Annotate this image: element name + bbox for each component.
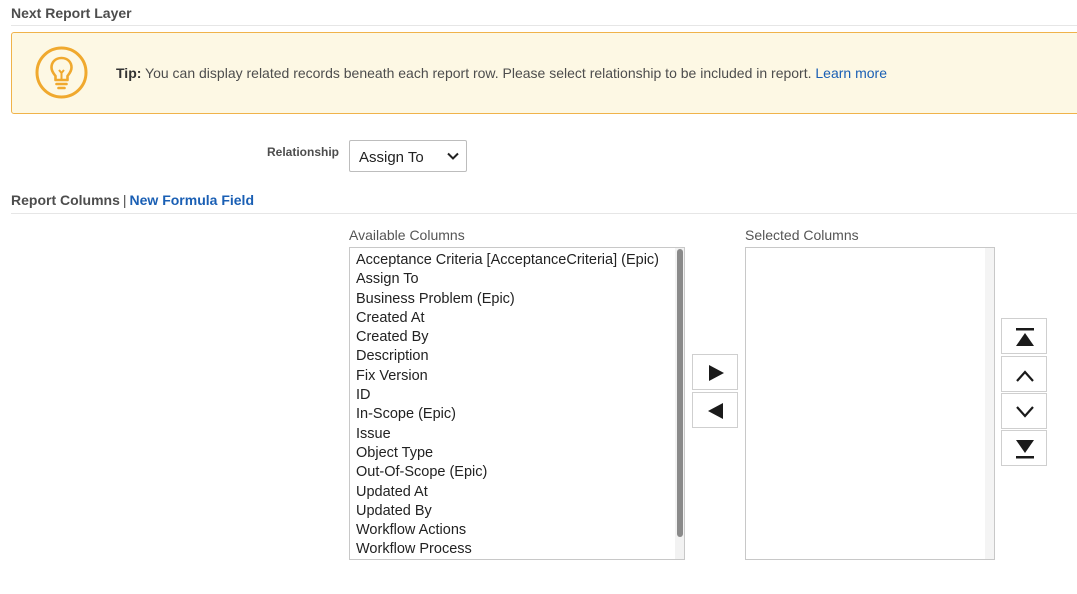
- page-title: Next Report Layer: [11, 5, 132, 21]
- relationship-select[interactable]: Assign To: [349, 140, 467, 172]
- available-scrollbar[interactable]: [675, 248, 684, 559]
- available-items: Acceptance Criteria [AcceptanceCriteria]…: [356, 251, 659, 559]
- title-divider: [11, 25, 1077, 26]
- available-columns-list[interactable]: Acceptance Criteria [AcceptanceCriteria]…: [349, 247, 685, 560]
- move-bottom-button[interactable]: [1001, 430, 1047, 466]
- move-bottom-icon: [1016, 440, 1034, 459]
- move-up-button[interactable]: [1001, 356, 1047, 392]
- available-column-option[interactable]: ID: [356, 386, 659, 405]
- available-column-option[interactable]: Updated By: [356, 502, 659, 521]
- chevron-up-icon: [1016, 370, 1034, 382]
- available-column-option[interactable]: Object Type: [356, 444, 659, 463]
- available-scroll-thumb[interactable]: [677, 249, 683, 537]
- tip-message: You can display related records beneath …: [145, 65, 812, 81]
- new-formula-field-link[interactable]: New Formula Field: [130, 192, 254, 208]
- available-column-option[interactable]: Acceptance Criteria [AcceptanceCriteria]…: [356, 251, 659, 270]
- available-column-option[interactable]: Business Problem (Epic): [356, 290, 659, 309]
- available-column-option[interactable]: Created At: [356, 309, 659, 328]
- tip-text: Tip: You can display related records ben…: [116, 65, 887, 81]
- move-left-button[interactable]: [692, 392, 738, 428]
- play-left-icon: [708, 403, 723, 419]
- columns-divider: [11, 213, 1077, 214]
- available-column-option[interactable]: Assign To: [356, 270, 659, 289]
- selected-columns-list[interactable]: [745, 247, 995, 560]
- tip-prefix: Tip:: [116, 65, 142, 81]
- available-column-option[interactable]: In-Scope (Epic): [356, 405, 659, 424]
- title-separator: |: [122, 192, 127, 208]
- available-column-option[interactable]: Fix Version: [356, 367, 659, 386]
- move-down-button[interactable]: [1001, 393, 1047, 429]
- lightbulb-icon: [35, 46, 88, 99]
- move-top-icon: [1016, 328, 1034, 346]
- move-top-button[interactable]: [1001, 318, 1047, 354]
- tip-banner: Tip: You can display related records ben…: [11, 32, 1077, 114]
- learn-more-link[interactable]: Learn more: [815, 65, 887, 81]
- available-column-option[interactable]: Created By: [356, 328, 659, 347]
- available-column-option[interactable]: Workflow Actions: [356, 521, 659, 540]
- available-column-option[interactable]: Workflow Process: [356, 540, 659, 559]
- available-column-option[interactable]: Issue: [356, 425, 659, 444]
- available-column-option[interactable]: Out-Of-Scope (Epic): [356, 463, 659, 482]
- chevron-down-icon: [447, 152, 459, 160]
- selected-scrollbar[interactable]: [985, 248, 994, 559]
- report-columns-header: Report Columns | New Formula Field: [11, 192, 254, 208]
- available-column-option[interactable]: Updated At: [356, 483, 659, 502]
- report-columns-title: Report Columns: [11, 192, 120, 208]
- chevron-down-icon: [1016, 406, 1034, 418]
- relationship-label: Relationship: [267, 145, 340, 159]
- available-columns-label: Available Columns: [349, 227, 465, 243]
- selected-columns-label: Selected Columns: [745, 227, 859, 243]
- available-column-option[interactable]: Description: [356, 347, 659, 366]
- move-right-button[interactable]: [692, 354, 738, 390]
- relationship-value: Assign To: [359, 149, 424, 166]
- play-right-icon: [709, 365, 724, 381]
